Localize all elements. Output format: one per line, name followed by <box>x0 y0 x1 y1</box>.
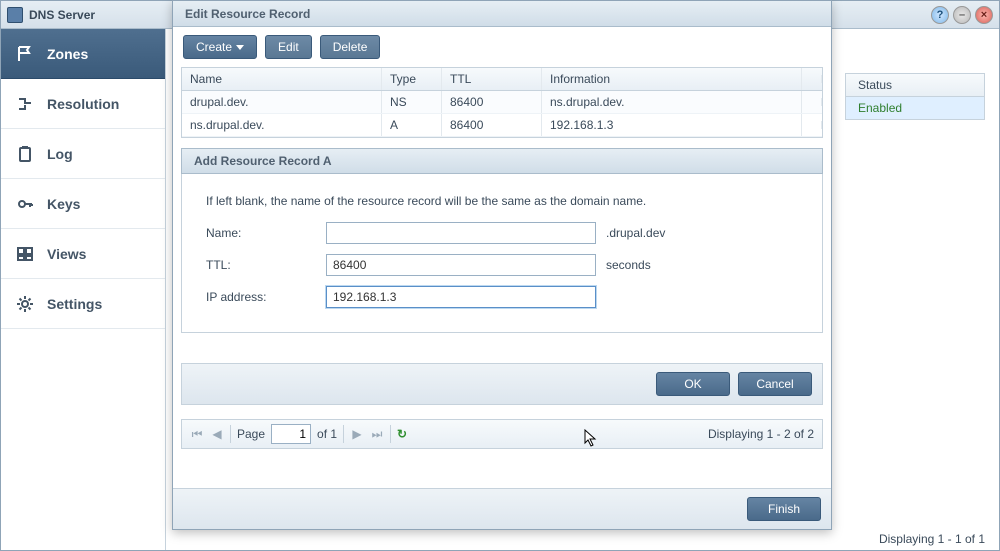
table-row[interactable]: ns.drupal.dev. A 86400 192.168.1.3 <box>182 114 822 137</box>
edit-record-dialog: Edit Resource Record Create Edit Delete … <box>172 0 832 530</box>
ttl-suffix: seconds <box>606 258 651 272</box>
clipboard-icon <box>15 144 35 164</box>
ttl-label: TTL: <box>206 258 326 272</box>
create-label: Create <box>196 40 232 54</box>
finish-button[interactable]: Finish <box>747 497 821 521</box>
status-column-header[interactable]: Status <box>845 73 985 97</box>
resolution-icon <box>15 94 35 114</box>
minimize-icon[interactable]: – <box>953 6 971 24</box>
last-page-icon[interactable]: ⏭ <box>370 427 384 442</box>
sidebar-item-keys[interactable]: Keys <box>1 179 165 229</box>
name-label: Name: <box>206 226 326 240</box>
help-icon[interactable]: ? <box>931 6 949 24</box>
cell-ttl: 86400 <box>442 91 542 113</box>
sidebar-item-label: Keys <box>47 196 80 212</box>
sidebar-item-zones[interactable]: Zones <box>1 29 165 79</box>
ok-button[interactable]: OK <box>656 372 730 396</box>
cell-ttl: 86400 <box>442 114 542 136</box>
sidebar-item-label: Views <box>47 246 86 262</box>
flag-icon <box>15 44 35 64</box>
table-row[interactable]: drupal.dev. NS 86400 ns.drupal.dev. <box>182 91 822 114</box>
cancel-button[interactable]: Cancel <box>738 372 812 396</box>
views-icon <box>15 244 35 264</box>
edit-button[interactable]: Edit <box>265 35 312 59</box>
cell-info: ns.drupal.dev. <box>542 91 802 113</box>
hint-text: If left blank, the name of the resource … <box>206 194 798 208</box>
window-buttons: ? – × <box>931 6 993 24</box>
cell-name: ns.drupal.dev. <box>182 114 382 136</box>
add-record-title: Add Resource Record A <box>181 148 823 174</box>
pager-status: Displaying 1 - 2 of 2 <box>708 427 814 441</box>
ip-label: IP address: <box>206 290 326 304</box>
sidebar-item-label: Zones <box>47 46 88 62</box>
create-button[interactable]: Create <box>183 35 257 59</box>
page-input[interactable] <box>271 424 311 444</box>
name-input[interactable] <box>326 222 596 244</box>
next-page-icon[interactable]: ▶ <box>350 427 364 441</box>
cell-type: A <box>382 114 442 136</box>
key-icon <box>15 194 35 214</box>
chevron-down-icon <box>236 45 244 50</box>
close-icon[interactable]: × <box>975 6 993 24</box>
col-name[interactable]: Name <box>182 68 382 90</box>
app-icon <box>7 7 23 23</box>
add-record-panel: Add Resource Record A If left blank, the… <box>181 148 823 405</box>
sidebar-item-label: Settings <box>47 296 102 312</box>
page-of-label: of 1 <box>317 427 337 441</box>
page-label: Page <box>237 427 265 441</box>
delete-button[interactable]: Delete <box>320 35 381 59</box>
records-grid: Name Type TTL Information drupal.dev. NS… <box>181 67 823 138</box>
name-suffix: .drupal.dev <box>606 226 665 240</box>
pager: ⏮ ◀ Page of 1 ▶ ⏭ ↻ Displaying 1 - 2 of … <box>181 419 823 449</box>
sidebar-item-log[interactable]: Log <box>1 129 165 179</box>
sidebar-item-label: Resolution <box>47 96 119 112</box>
sidebar-item-resolution[interactable]: Resolution <box>1 79 165 129</box>
sidebar-item-settings[interactable]: Settings <box>1 279 165 329</box>
grid-header-row: Name Type TTL Information <box>182 68 822 91</box>
refresh-icon[interactable]: ↻ <box>397 427 407 441</box>
toolbar: Create Edit Delete <box>173 27 831 67</box>
sidebar-item-label: Log <box>47 146 73 162</box>
ip-input[interactable] <box>326 286 596 308</box>
col-ttl[interactable]: TTL <box>442 68 542 90</box>
main-footer-status: Displaying 1 - 1 of 1 <box>879 532 985 546</box>
col-info[interactable]: Information <box>542 68 802 90</box>
dialog-title[interactable]: Edit Resource Record <box>173 1 831 27</box>
gear-icon <box>15 294 35 314</box>
cell-name: drupal.dev. <box>182 91 382 113</box>
sidebar-item-views[interactable]: Views <box>1 229 165 279</box>
status-cell[interactable]: Enabled <box>845 97 985 120</box>
prev-page-icon[interactable]: ◀ <box>210 427 224 441</box>
first-page-icon[interactable]: ⏮ <box>190 427 204 442</box>
cell-info: 192.168.1.3 <box>542 114 802 136</box>
col-type[interactable]: Type <box>382 68 442 90</box>
app-title: DNS Server <box>29 8 95 22</box>
cell-type: NS <box>382 91 442 113</box>
ttl-input[interactable] <box>326 254 596 276</box>
sidebar: Zones Resolution Log Keys <box>1 29 166 550</box>
